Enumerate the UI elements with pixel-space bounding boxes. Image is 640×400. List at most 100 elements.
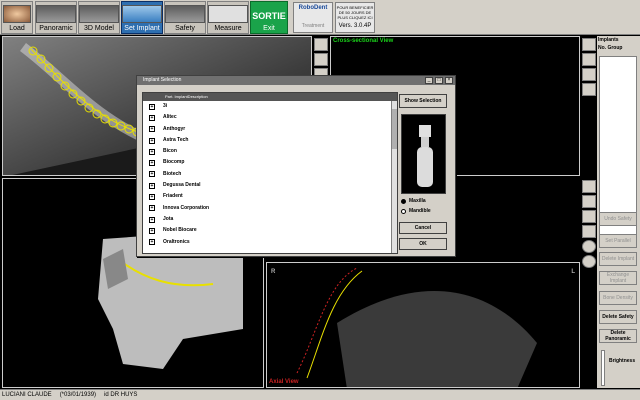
expand-plus-icon[interactable]: + xyxy=(149,194,155,201)
ok-button[interactable]: OK xyxy=(399,238,447,250)
zoom-tool-icon[interactable] xyxy=(582,255,596,268)
axial-image xyxy=(296,267,537,387)
angle-tool-icon[interactable] xyxy=(582,225,596,238)
angle-tool-icon[interactable] xyxy=(582,83,596,96)
implant-selection-dialog: Implant Selection _ □ × Part. ImplantDes… xyxy=(136,75,456,257)
set-parallel-label: Set Parallel xyxy=(605,238,631,244)
3d-model-button[interactable]: 3D Model xyxy=(78,1,120,34)
3d-model-label: 3D Model xyxy=(84,25,114,32)
scrollbar-thumb[interactable] xyxy=(392,109,397,149)
contrast-tool-icon[interactable] xyxy=(582,240,596,253)
show-selection-button[interactable]: Show Selection xyxy=(399,94,447,108)
patient-dob: (*03/01/1939) xyxy=(59,392,97,398)
expand-plus-icon[interactable]: + xyxy=(149,182,155,189)
grid-tool-icon[interactable] xyxy=(582,38,596,51)
manufacturer-name: Innova Corporation xyxy=(163,204,210,211)
list-item[interactable]: + Biotech xyxy=(143,169,397,180)
axial-view-tools xyxy=(582,180,596,268)
list-header: Part. ImplantDescription xyxy=(143,93,397,101)
close-icon[interactable]: × xyxy=(445,77,453,84)
measure-tool-icon[interactable] xyxy=(314,53,328,66)
panoramic-button[interactable]: Panoramic xyxy=(35,1,77,34)
maximize-icon[interactable]: □ xyxy=(435,77,443,84)
manufacturer-name: Bicon xyxy=(163,148,177,155)
safety-button[interactable]: Safety xyxy=(164,1,206,34)
panoramic-icon xyxy=(36,5,76,23)
expand-plus-icon[interactable]: + xyxy=(149,148,155,155)
expand-plus-icon[interactable]: + xyxy=(149,227,155,234)
set-implant-label: Set Implant xyxy=(124,25,160,32)
exit-button[interactable]: SORTIE Exit xyxy=(250,1,288,34)
set-implant-button[interactable]: Set Implant xyxy=(121,1,163,34)
safety-icon xyxy=(165,5,205,23)
manufacturer-name: Degussa Dental xyxy=(163,182,201,189)
expand-plus-icon[interactable]: + xyxy=(149,137,155,144)
cross-view-tools xyxy=(582,38,596,96)
manufacturer-name: Nobel Biocare xyxy=(163,227,197,234)
measure-tool-icon[interactable] xyxy=(582,195,596,208)
bone-density-label: Bone Density xyxy=(603,295,633,301)
axial-view[interactable]: Axial View R L xyxy=(266,262,580,388)
axial-title: Axial View xyxy=(269,379,299,385)
list-item[interactable]: + Alitec xyxy=(143,112,397,123)
minimize-icon[interactable]: _ xyxy=(425,77,433,84)
panoramic-label: Panoramic xyxy=(39,25,73,32)
caliper-icon xyxy=(208,5,248,23)
undo-safety-label: Undo Safety xyxy=(604,216,632,222)
expand-plus-icon[interactable]: + xyxy=(149,216,155,223)
expand-plus-icon[interactable]: + xyxy=(149,126,155,133)
list-scrollbar[interactable] xyxy=(391,101,397,253)
expand-plus-icon[interactable]: + xyxy=(149,171,155,178)
mandible-radio-dot xyxy=(401,208,406,214)
list-item[interactable]: + Astra Tech xyxy=(143,135,397,146)
grid-tool-icon[interactable] xyxy=(314,38,328,51)
maxilla-radio[interactable]: Maxilla xyxy=(401,198,426,204)
manufacturer-name: 3i xyxy=(163,103,168,109)
manufacturer-list[interactable]: Part. ImplantDescription +3i + Alitec + Anth… xyxy=(142,92,398,254)
list-item[interactable]: + Anthogyr xyxy=(143,124,397,135)
list-item[interactable]: +3i xyxy=(143,101,397,112)
expand-plus-icon[interactable]: + xyxy=(149,239,155,246)
set-parallel-button[interactable]: Set Parallel xyxy=(599,234,637,248)
exchange-implant-button[interactable]: Exchange Implant xyxy=(599,271,637,285)
load-button[interactable]: Load xyxy=(1,1,33,34)
expand-plus-icon[interactable]: + xyxy=(149,205,155,212)
list-item[interactable]: + Bicon xyxy=(143,146,397,157)
patient-photo-icon xyxy=(3,5,31,23)
delete-implant-button[interactable]: Delete Implant xyxy=(599,252,637,266)
manufacturer-name: Anthogyr xyxy=(163,125,186,132)
list-item[interactable]: + Oraltronics xyxy=(143,237,397,248)
ruler-tool-icon[interactable] xyxy=(582,210,596,223)
ruler-tool-icon[interactable] xyxy=(582,68,596,81)
exit-label: Exit xyxy=(263,25,275,32)
manufacturer-rows: +3i + Alitec + Anthogyr + Astra Tech + Bicon + Bio… xyxy=(143,101,397,248)
mandible-radio[interactable]: Mandible xyxy=(401,208,431,214)
list-item[interactable]: + Biocomp xyxy=(143,157,397,168)
version-label: Vers. 3.0.4P xyxy=(338,23,372,29)
load-label: Load xyxy=(9,25,25,32)
implant-icon xyxy=(122,5,162,23)
expand-plus-icon[interactable]: + xyxy=(149,114,155,121)
delete-panoramic-button[interactable]: Delete Panoramic xyxy=(599,329,637,343)
list-item[interactable]: + Innova Corporation xyxy=(143,203,397,214)
robodent-treatment-button[interactable]: RoboDent Treatment xyxy=(293,2,333,33)
delete-safety-button[interactable]: Delete Safety xyxy=(599,310,637,324)
undo-safety-button[interactable]: Undo Safety xyxy=(599,212,637,226)
measure-tool-icon[interactable] xyxy=(582,53,596,66)
implant-preview xyxy=(401,114,446,194)
list-item[interactable]: + Nobel Biocare xyxy=(143,225,397,236)
doctor-id: id DR HUYS xyxy=(104,392,138,398)
brightness-slider[interactable] xyxy=(601,350,605,386)
expand-plus-icon[interactable]: + xyxy=(149,103,155,110)
cancel-button[interactable]: Cancel xyxy=(399,222,447,234)
list-item[interactable]: + Jota xyxy=(143,214,397,225)
list-item[interactable]: + Friadent xyxy=(143,191,397,202)
measure-button[interactable]: Measure xyxy=(207,1,249,34)
promo-text: POUR BENEFICIER DE 50 JOURS DE PLUS CLIQ… xyxy=(336,5,374,20)
grid-tool-icon[interactable] xyxy=(582,180,596,193)
dialog-titlebar[interactable]: Implant Selection _ □ × xyxy=(137,76,455,85)
expand-plus-icon[interactable]: + xyxy=(149,160,155,167)
bone-density-button[interactable]: Bone Density xyxy=(599,291,637,305)
list-item[interactable]: + Degussa Dental xyxy=(143,180,397,191)
robodent-promo-button[interactable]: POUR BENEFICIER DE 50 JOURS DE PLUS CLIQ… xyxy=(335,2,375,33)
